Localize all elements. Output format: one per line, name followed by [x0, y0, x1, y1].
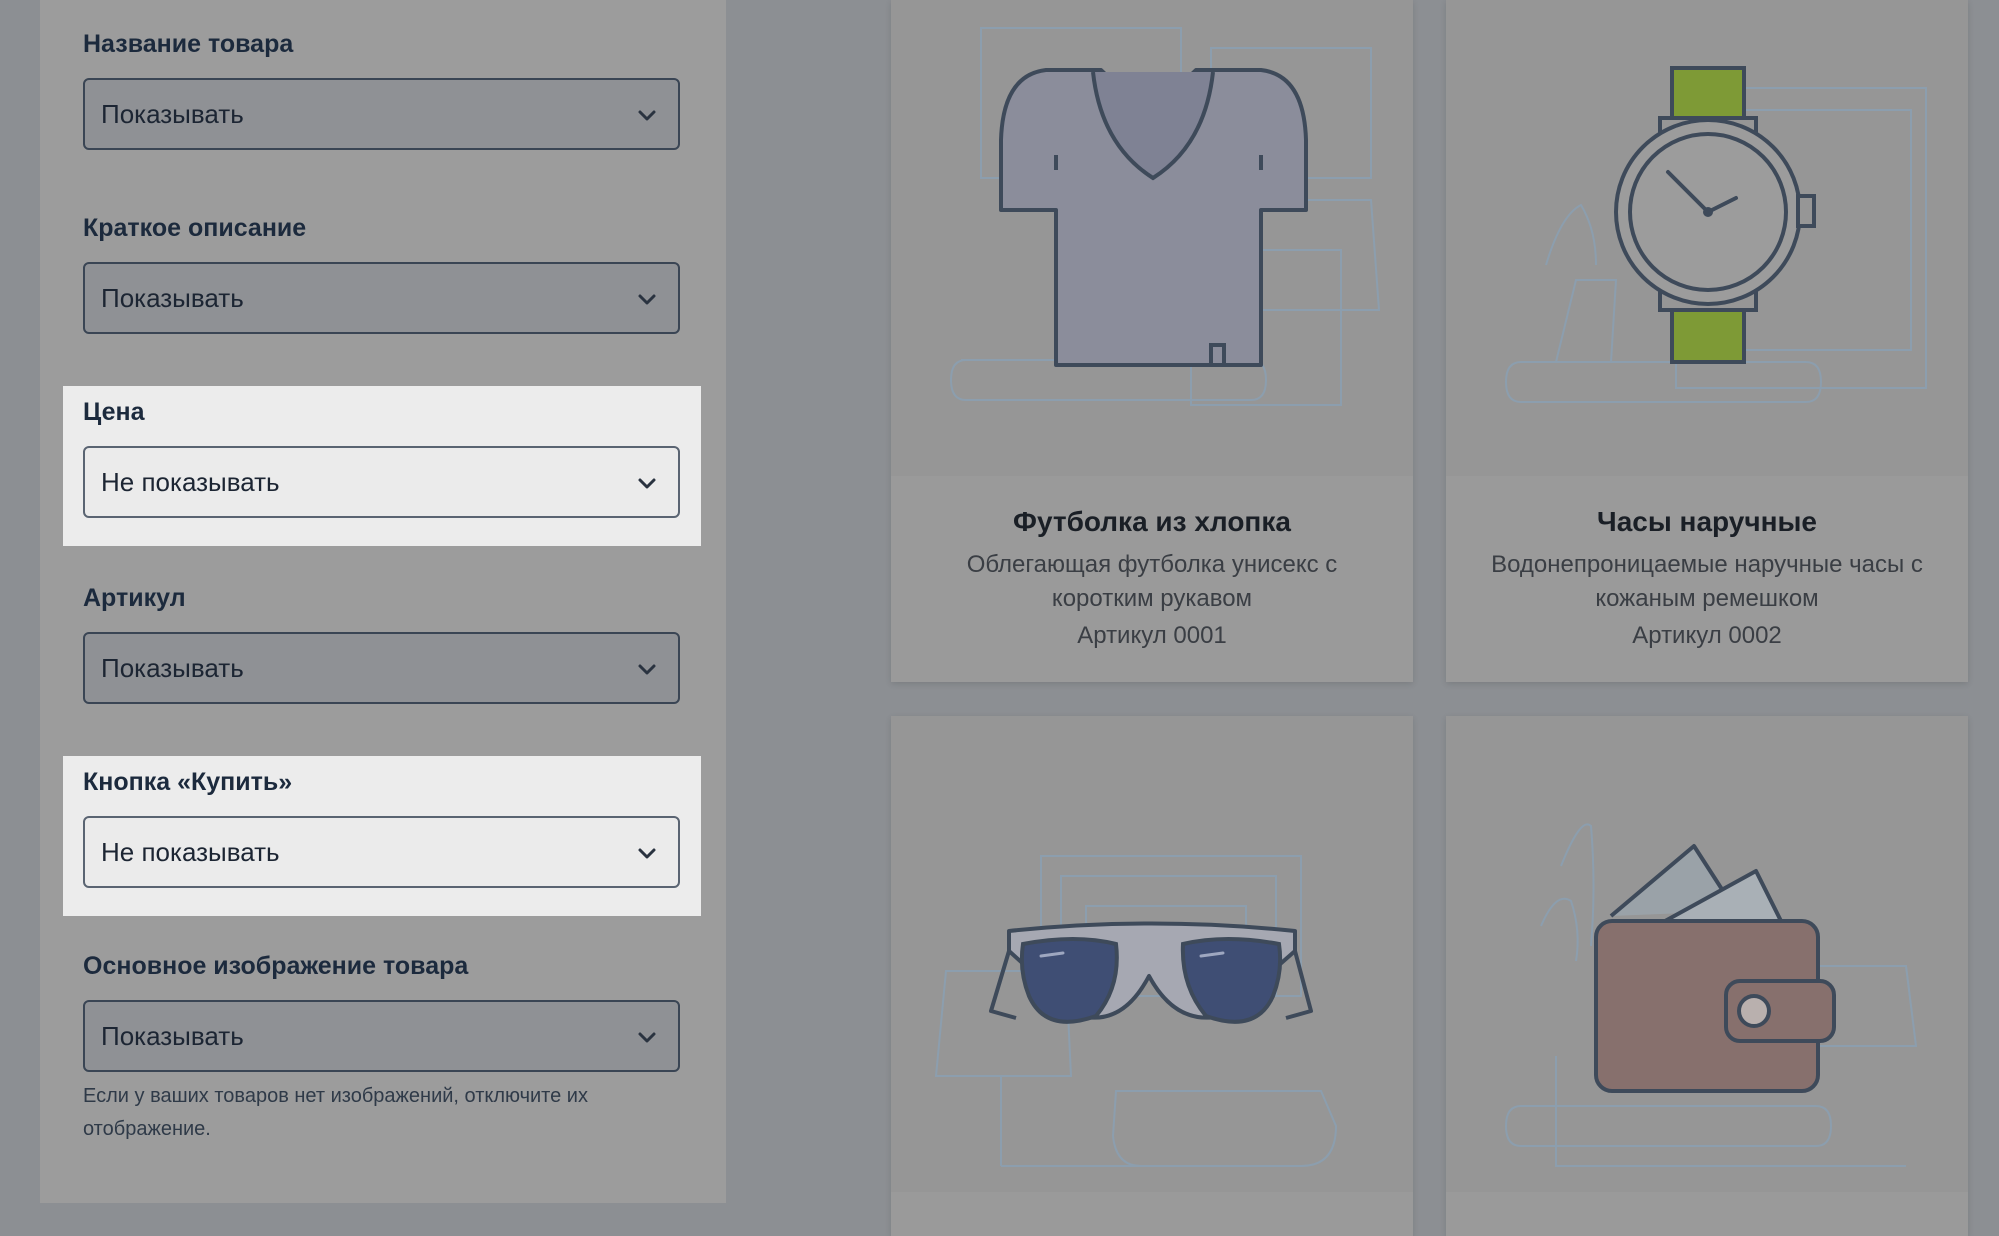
- chevron-down-icon: [638, 110, 656, 121]
- sku-select[interactable]: Показывать: [83, 632, 680, 704]
- tshirt-icon: [949, 27, 1381, 406]
- chevron-down-icon: [638, 664, 656, 675]
- select-value: Не показывать: [101, 837, 280, 867]
- field-label: Кнопка «Купить»: [83, 768, 293, 796]
- select-value: Показывать: [101, 1021, 244, 1051]
- field-label: Название товара: [83, 30, 294, 58]
- price-highlight: Цена Не показывать: [63, 386, 701, 546]
- product-description: Облегающая футболка унисекс с коротким р…: [966, 551, 1338, 612]
- select-value: Показывать: [101, 99, 244, 129]
- product-image: [891, 0, 1413, 476]
- select-value: Показывать: [101, 653, 244, 683]
- select-value: Не показывать: [101, 467, 280, 497]
- select-value: Показывать: [101, 283, 244, 313]
- field-short-description: Краткое описание Показывать: [83, 214, 680, 334]
- product-title: Часы наручные: [1597, 506, 1817, 537]
- product-card[interactable]: Часы наручные Водонепроницаемые наручные…: [1446, 0, 1968, 682]
- product-card[interactable]: [891, 716, 1413, 1236]
- field-sku: Артикул Показывать: [83, 584, 680, 704]
- chevron-down-icon: [638, 848, 656, 859]
- buy-button-highlight: Кнопка «Купить» Не показывать: [63, 756, 701, 916]
- image-hint: Если у ваших товаров нет изображений, от…: [83, 1085, 588, 1140]
- product-image: [891, 716, 1413, 1192]
- product-sku: Артикул 0002: [1632, 622, 1782, 649]
- buy-button-select[interactable]: Не показывать: [83, 816, 680, 888]
- watch-icon: [1504, 66, 1927, 403]
- settings-panel: Название товара Показывать Краткое описа…: [40, 0, 726, 1203]
- product-sku: Артикул 0001: [1077, 622, 1227, 649]
- field-label: Цена: [83, 398, 145, 426]
- short-description-select[interactable]: Показывать: [83, 262, 680, 334]
- field-label: Артикул: [83, 584, 186, 612]
- product-card[interactable]: [1446, 716, 1968, 1236]
- field-main-image: Основное изображение товара Показывать: [83, 952, 680, 1072]
- product-card[interactable]: Футболка из хлопка Облегающая футболка у…: [891, 0, 1413, 682]
- product-image: [1446, 716, 1968, 1192]
- field-price: Цена Не показывать: [83, 398, 680, 528]
- chevron-down-icon: [638, 294, 656, 305]
- chevron-down-icon: [638, 478, 656, 489]
- wallet-icon: [1504, 823, 1918, 1167]
- field-label: Краткое описание: [83, 214, 307, 242]
- price-select[interactable]: Не показывать: [83, 446, 680, 518]
- sunglasses-icon: [934, 855, 1338, 1167]
- product-image: [1446, 0, 1968, 476]
- main-image-select[interactable]: Показывать: [83, 1000, 680, 1072]
- field-buy-button: Кнопка «Купить» Не показывать: [83, 768, 680, 898]
- product-title: Футболка из хлопка: [1013, 506, 1291, 537]
- field-label: Основное изображение товара: [83, 952, 469, 980]
- chevron-down-icon: [638, 1032, 656, 1043]
- product-description: Водонепроницаемые наручные часы с кожаны…: [1491, 551, 1923, 612]
- field-product-name: Название товара Показывать: [83, 30, 680, 150]
- product-name-select[interactable]: Показывать: [83, 78, 680, 150]
